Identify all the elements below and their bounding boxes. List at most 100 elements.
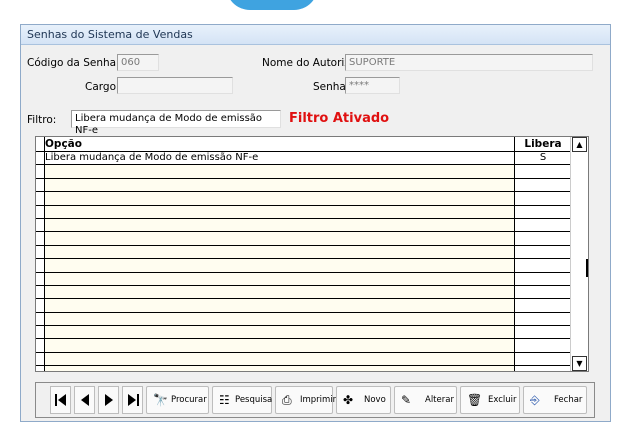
table-row[interactable] xyxy=(36,218,571,233)
pesquisa-button[interactable]: ☷ Pesquisa xyxy=(212,386,272,414)
grid-rows: Libera mudança de Modo de emissão NF-e S xyxy=(36,152,571,371)
procurar-label: Procurar xyxy=(171,395,207,405)
row-indicator[interactable] xyxy=(36,165,45,178)
cell-opcao[interactable]: Libera mudança de Modo de emissão NF-e xyxy=(45,152,258,164)
scroll-thumb[interactable] xyxy=(586,259,588,277)
row-indicator[interactable] xyxy=(36,192,45,205)
cell-libera[interactable] xyxy=(514,339,571,352)
table-row[interactable] xyxy=(36,326,571,340)
previous-icon xyxy=(81,394,89,406)
novo-label: Novo xyxy=(364,395,386,405)
novo-button[interactable]: ✤ Novo xyxy=(336,386,391,414)
bottom-toolbar: 🔭 Procurar ☷ Pesquisa ⎙ Imprimir ✤ Novo … xyxy=(35,382,595,418)
row-indicator[interactable] xyxy=(36,285,45,299)
table-row[interactable] xyxy=(36,366,571,371)
exit-door-icon: ⎆ xyxy=(530,393,540,407)
window-titlebar: Senhas do Sistema de Vendas xyxy=(21,25,610,45)
binoculars-icon: 🔭 xyxy=(153,393,168,407)
excluir-button[interactable]: 🗑 Excluir xyxy=(460,386,520,414)
cell-libera[interactable] xyxy=(514,218,571,232)
row-indicator[interactable] xyxy=(36,259,45,272)
table-row[interactable] xyxy=(36,299,571,313)
row-indicator[interactable] xyxy=(36,218,45,232)
filtro-input[interactable]: Libera mudança de Modo de emissão NF-e xyxy=(71,110,281,136)
filtro-status: Filtro Ativado xyxy=(289,111,390,126)
cell-libera[interactable]: S xyxy=(514,152,571,165)
cell-libera[interactable] xyxy=(514,366,571,371)
row-indicator[interactable] xyxy=(36,232,45,245)
first-icon xyxy=(55,394,66,406)
cell-libera[interactable] xyxy=(514,178,571,192)
cell-libera[interactable] xyxy=(514,245,571,259)
cell-libera[interactable] xyxy=(514,285,571,299)
cell-libera[interactable] xyxy=(514,165,571,178)
table-row[interactable] xyxy=(36,312,571,327)
table-row[interactable] xyxy=(36,285,571,300)
row-indicator[interactable] xyxy=(36,312,45,326)
previous-record-button[interactable] xyxy=(74,386,95,414)
autorizado-field[interactable]: SUPORTE xyxy=(345,54,593,71)
senhas-window: Senhas do Sistema de Vendas Código da Se… xyxy=(20,24,611,422)
row-indicator[interactable] xyxy=(36,245,45,259)
column-libera-header[interactable]: Libera xyxy=(514,137,571,151)
table-row[interactable] xyxy=(36,165,571,179)
row-indicator[interactable] xyxy=(36,152,45,165)
table-row[interactable] xyxy=(36,259,571,273)
table-row[interactable] xyxy=(36,245,571,260)
codigo-field[interactable]: 060 xyxy=(117,54,159,71)
row-indicator[interactable] xyxy=(36,178,45,192)
cargo-field[interactable] xyxy=(117,77,233,94)
cell-libera[interactable] xyxy=(514,259,571,272)
row-indicator[interactable] xyxy=(36,272,45,285)
alterar-label: Alterar xyxy=(425,395,454,405)
table-row[interactable] xyxy=(36,192,571,206)
table-row[interactable] xyxy=(36,178,571,193)
cell-libera[interactable] xyxy=(514,232,571,245)
cell-libera[interactable] xyxy=(514,299,571,312)
alterar-button[interactable]: ✎ Alterar xyxy=(394,386,457,414)
window-title: Senhas do Sistema de Vendas xyxy=(27,28,193,41)
row-indicator[interactable] xyxy=(36,352,45,366)
cell-libera[interactable] xyxy=(514,326,571,339)
imprimir-label: Imprimir xyxy=(300,395,337,405)
pesquisa-label: Pesquisa xyxy=(235,395,273,405)
grid-header: Opção Libera xyxy=(36,137,571,152)
procurar-button[interactable]: 🔭 Procurar xyxy=(146,386,209,414)
table-row[interactable] xyxy=(36,339,571,353)
codigo-label: Código da Senha: xyxy=(27,57,120,69)
cell-libera[interactable] xyxy=(514,312,571,326)
trash-icon: 🗑 xyxy=(467,393,483,407)
row-indicator[interactable] xyxy=(36,205,45,218)
cell-libera[interactable] xyxy=(514,352,571,366)
last-record-button[interactable] xyxy=(122,386,143,414)
grid-scrollbar[interactable]: ▲ ▼ xyxy=(570,137,588,371)
cell-libera[interactable] xyxy=(514,205,571,218)
scroll-down-button[interactable]: ▼ xyxy=(572,356,587,371)
imprimir-button[interactable]: ⎙ Imprimir xyxy=(275,386,337,414)
row-indicator[interactable] xyxy=(36,326,45,339)
table-row[interactable]: Libera mudança de Modo de emissão NF-e S xyxy=(36,152,571,166)
scroll-up-button[interactable]: ▲ xyxy=(572,137,587,152)
cell-libera[interactable] xyxy=(514,192,571,205)
next-icon xyxy=(105,394,113,406)
row-indicator[interactable] xyxy=(36,366,45,371)
table-row[interactable] xyxy=(36,232,571,246)
row-indicator[interactable] xyxy=(36,299,45,312)
senha-field[interactable]: **** xyxy=(345,77,400,94)
row-indicator[interactable] xyxy=(36,339,45,352)
edit-wand-icon: ✎ xyxy=(401,393,412,407)
first-record-button[interactable] xyxy=(50,386,71,414)
cell-libera[interactable] xyxy=(514,272,571,285)
table-row[interactable] xyxy=(36,352,571,367)
filtro-label: Filtro: xyxy=(27,114,57,126)
column-opcao-header[interactable]: Opção xyxy=(45,138,82,150)
decorative-blue-shape xyxy=(226,0,318,10)
fechar-button[interactable]: ⎆ Fechar xyxy=(523,386,587,414)
table-row[interactable] xyxy=(36,272,571,286)
options-grid: Opção Libera Libera mudança de Modo de e… xyxy=(35,136,589,372)
table-row[interactable] xyxy=(36,205,571,219)
fechar-label: Fechar xyxy=(554,395,583,405)
next-record-button[interactable] xyxy=(98,386,119,414)
printer-icon: ⎙ xyxy=(282,393,292,407)
last-icon xyxy=(128,394,139,406)
